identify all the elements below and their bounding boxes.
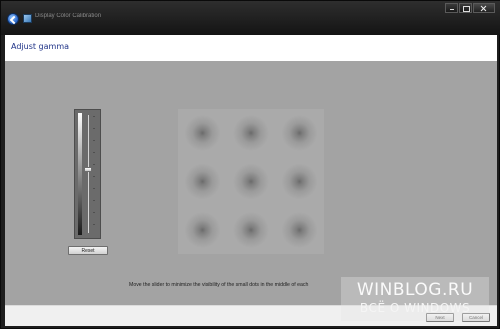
gamma-dot (178, 157, 227, 206)
page-header: Adjust gamma (5, 35, 497, 61)
gamma-dot (226, 109, 276, 158)
gamma-dot (226, 157, 276, 206)
gamma-dot (275, 109, 324, 158)
window-controls (445, 3, 495, 13)
close-icon[interactable] (473, 3, 495, 13)
window-title: Display Color Calibration (35, 13, 102, 19)
gamma-gradient-bar (78, 113, 82, 235)
slider-track[interactable] (88, 115, 89, 233)
instruction-text: Move the slider to minimize the visibili… (129, 282, 309, 288)
gamma-dot (178, 109, 227, 158)
display-calibration-app-icon (23, 14, 32, 23)
back-arrow-icon[interactable] (7, 13, 19, 25)
slider-thumb[interactable] (84, 166, 92, 172)
gamma-dot (275, 205, 324, 254)
gamma-adjust-content: Reset Move the slider to minimize the vi… (5, 61, 497, 305)
gamma-dot (226, 205, 276, 254)
maximize-icon[interactable] (459, 3, 472, 13)
page-title: Adjust gamma (11, 42, 70, 51)
reset-button[interactable]: Reset (68, 246, 108, 255)
watermark-title: WINBLOG.RU (356, 280, 474, 300)
gamma-dot (178, 205, 227, 254)
slider-ticks (93, 116, 95, 232)
site-watermark: WINBLOG.RU ВСЁ О WINDOWS (341, 277, 489, 321)
minimize-icon[interactable] (445, 3, 458, 13)
watermark-subtitle: ВСЁ О WINDOWS (359, 301, 471, 315)
calibration-window: Display Color Calibration Adjust gamma R… (0, 0, 500, 329)
gamma-dot (275, 157, 324, 206)
gamma-sample-image (178, 109, 324, 254)
gamma-slider[interactable] (74, 109, 101, 239)
title-bar[interactable]: Display Color Calibration (1, 1, 500, 35)
